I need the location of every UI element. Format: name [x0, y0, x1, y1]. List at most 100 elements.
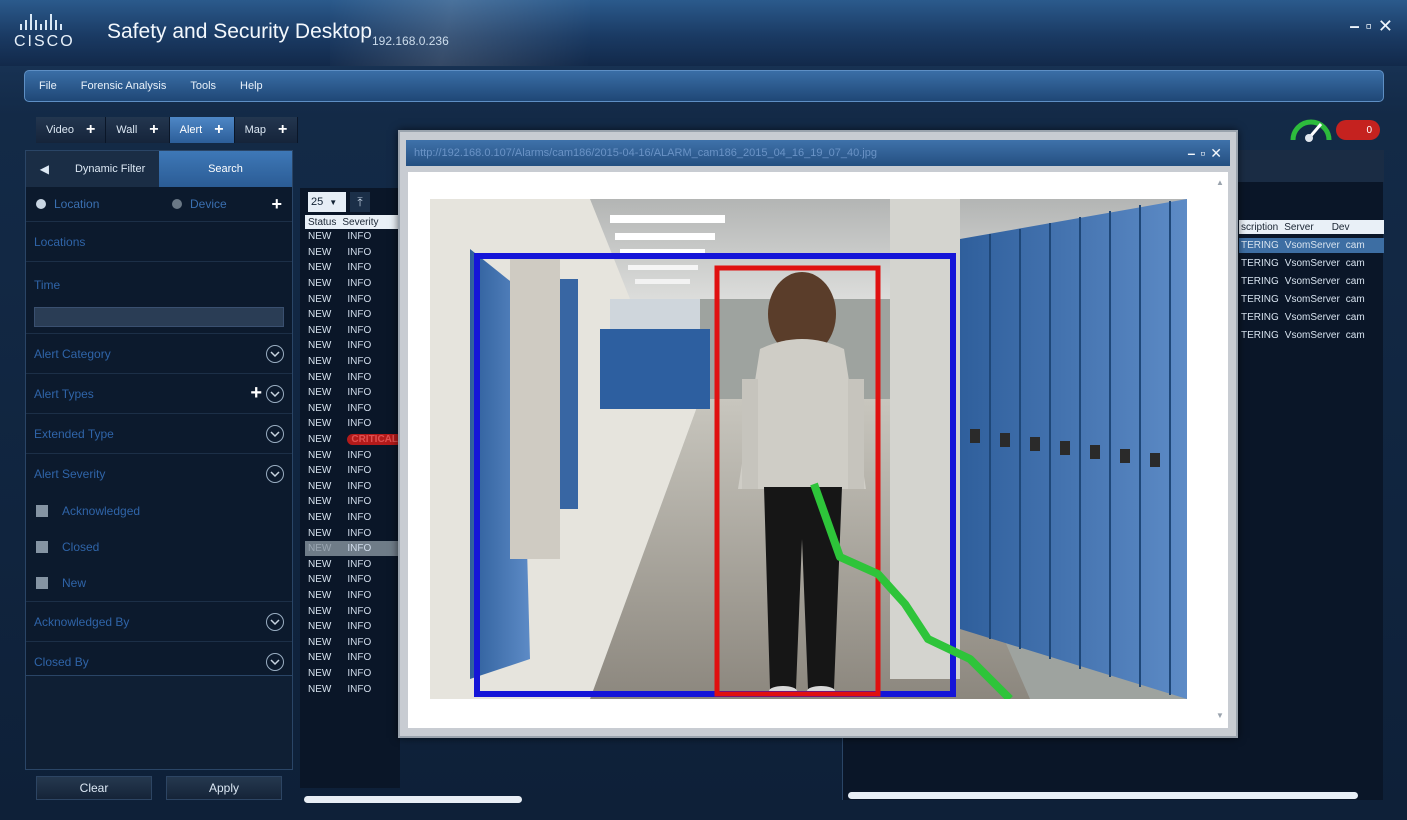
column-header-status[interactable]: Status — [308, 217, 336, 228]
add-icon[interactable]: + — [214, 121, 223, 139]
alert-status: NEW — [308, 511, 332, 523]
event-row[interactable]: TERING VsomServer cam — [1239, 292, 1384, 307]
alert-row[interactable]: NEW INFO — [305, 323, 400, 339]
alert-row[interactable]: NEW INFO — [305, 650, 400, 666]
minimize-icon[interactable]: – — [1350, 16, 1360, 37]
locations-filter[interactable]: Locations — [26, 221, 292, 261]
alert-types-filter[interactable]: Alert Types + — [26, 373, 292, 413]
alert-row[interactable]: NEW INFO — [305, 556, 400, 572]
closed-checkbox[interactable] — [36, 541, 48, 553]
menu-help[interactable]: Help — [240, 80, 263, 92]
add-icon[interactable]: + — [271, 194, 282, 215]
maximize-icon[interactable]: ▫ — [1200, 145, 1205, 162]
menu-file[interactable]: File — [39, 80, 57, 92]
scroll-up-icon[interactable]: ▲ — [1216, 178, 1224, 187]
scroll-down-icon[interactable]: ▼ — [1216, 711, 1224, 720]
add-icon[interactable]: + — [149, 121, 158, 139]
alert-row[interactable]: NEW INFO — [305, 494, 400, 510]
alert-row[interactable]: NEW CRITICAL — [305, 432, 403, 448]
alert-category-filter[interactable]: Alert Category — [26, 333, 292, 373]
closed-checkbox-row[interactable]: Closed — [26, 529, 292, 565]
tab-alert[interactable]: Alert + — [169, 117, 235, 143]
column-header-server[interactable]: Server — [1284, 222, 1313, 233]
alert-row[interactable]: NEW INFO — [305, 276, 400, 292]
alert-row[interactable]: NEW INFO — [305, 416, 400, 432]
close-icon[interactable]: ✕ — [1378, 16, 1393, 37]
location-radio[interactable] — [36, 199, 46, 209]
tab-map[interactable]: Map + — [234, 117, 299, 143]
first-page-icon[interactable]: ⤒ — [350, 192, 370, 212]
alert-row[interactable]: NEW INFO — [305, 354, 400, 370]
alert-row[interactable]: NEW INFO — [305, 634, 400, 650]
chevron-down-icon[interactable] — [266, 384, 284, 403]
clear-button[interactable]: Clear — [36, 776, 152, 800]
acknowledged-checkbox-row[interactable]: Acknowledged — [26, 493, 292, 529]
alert-list-header: Status Severity — [305, 215, 400, 229]
close-icon[interactable]: ✕ — [1210, 145, 1222, 162]
alert-row[interactable]: NEW INFO — [305, 572, 400, 588]
apply-button[interactable]: Apply — [166, 776, 282, 800]
alert-row[interactable]: NEW INFO — [305, 681, 400, 697]
event-row[interactable]: TERING VsomServer cam — [1239, 274, 1384, 289]
device-radio[interactable] — [172, 199, 182, 209]
chevron-down-icon[interactable] — [266, 612, 284, 631]
alert-severity-filter[interactable]: Alert Severity — [26, 453, 292, 493]
alert-row[interactable]: NEW INFO — [305, 588, 400, 604]
image-viewer-scrollbar[interactable]: ▲ ▼ — [1214, 174, 1226, 724]
alert-row[interactable]: NEW INFO — [305, 291, 400, 307]
chevron-down-icon[interactable] — [266, 652, 284, 671]
add-icon[interactable]: + — [86, 121, 95, 139]
event-list-scrollbar[interactable] — [848, 792, 1358, 799]
chevron-down-icon[interactable] — [266, 424, 284, 443]
alert-row[interactable]: NEW INFO — [305, 229, 400, 245]
event-row[interactable]: TERING VsomServer cam — [1239, 328, 1384, 343]
tab-dynamic-filter[interactable]: ◀ Dynamic Filter — [26, 151, 159, 187]
event-row[interactable]: TERING VsomServer cam — [1239, 256, 1384, 271]
alert-row[interactable]: NEW INFO — [305, 401, 400, 417]
tab-wall[interactable]: Wall + — [106, 117, 170, 143]
column-header-description[interactable]: scription — [1241, 222, 1278, 233]
alert-row[interactable]: NEW INFO — [305, 510, 400, 526]
add-icon[interactable]: + — [278, 121, 287, 139]
alert-list-scrollbar[interactable] — [304, 796, 522, 803]
alert-row[interactable]: NEW INFO — [305, 385, 400, 401]
event-row[interactable]: TERING VsomServer cam — [1239, 310, 1384, 325]
acknowledged-by-filter[interactable]: Acknowledged By — [26, 601, 292, 641]
menu-tools[interactable]: Tools — [190, 80, 216, 92]
alert-row[interactable]: NEW INFO — [305, 369, 400, 385]
tab-video[interactable]: Video + — [36, 117, 107, 143]
alert-status: NEW — [308, 340, 332, 352]
restore-icon[interactable]: ▫ — [1366, 16, 1372, 37]
column-header-severity[interactable]: Severity — [342, 217, 378, 228]
alert-row[interactable]: NEW INFO — [305, 307, 400, 323]
alert-row[interactable]: NEW INFO — [305, 525, 400, 541]
image-viewer-titlebar[interactable]: http://192.168.0.107/Alarms/cam186/2015-… — [406, 140, 1230, 166]
new-checkbox[interactable] — [36, 577, 48, 589]
tab-search[interactable]: Search — [159, 151, 292, 187]
alert-row[interactable]: NEW INFO — [305, 540, 400, 557]
alert-row[interactable]: NEW INFO — [305, 447, 400, 463]
alarm-toggle[interactable]: 0 — [1336, 120, 1380, 140]
page-size-select[interactable]: 25 ▼ — [308, 192, 346, 212]
collapse-arrow-icon[interactable]: ◀ — [40, 162, 49, 176]
alert-row[interactable]: NEW INFO — [305, 463, 400, 479]
chevron-down-icon[interactable] — [266, 344, 284, 363]
menu-forensic-analysis[interactable]: Forensic Analysis — [81, 80, 167, 92]
time-dropdown[interactable] — [34, 307, 284, 327]
alert-row[interactable]: NEW INFO — [305, 338, 400, 354]
extended-type-filter[interactable]: Extended Type — [26, 413, 292, 453]
alert-row[interactable]: NEW INFO — [305, 260, 400, 276]
minimize-icon[interactable]: – — [1188, 145, 1196, 162]
acknowledged-checkbox[interactable] — [36, 505, 48, 517]
alert-row[interactable]: NEW INFO — [305, 666, 400, 682]
column-header-device[interactable]: Dev — [1332, 222, 1350, 233]
alert-row[interactable]: NEW INFO — [305, 619, 400, 635]
event-row[interactable]: TERING VsomServer cam — [1239, 238, 1384, 253]
new-checkbox-row[interactable]: New — [26, 565, 292, 601]
chevron-down-icon[interactable] — [266, 464, 284, 483]
add-icon[interactable]: + — [250, 382, 262, 405]
alert-row[interactable]: NEW INFO — [305, 245, 400, 261]
alert-severity: INFO — [347, 636, 372, 648]
alert-row[interactable]: NEW INFO — [305, 603, 400, 619]
alert-row[interactable]: NEW INFO — [305, 479, 400, 495]
